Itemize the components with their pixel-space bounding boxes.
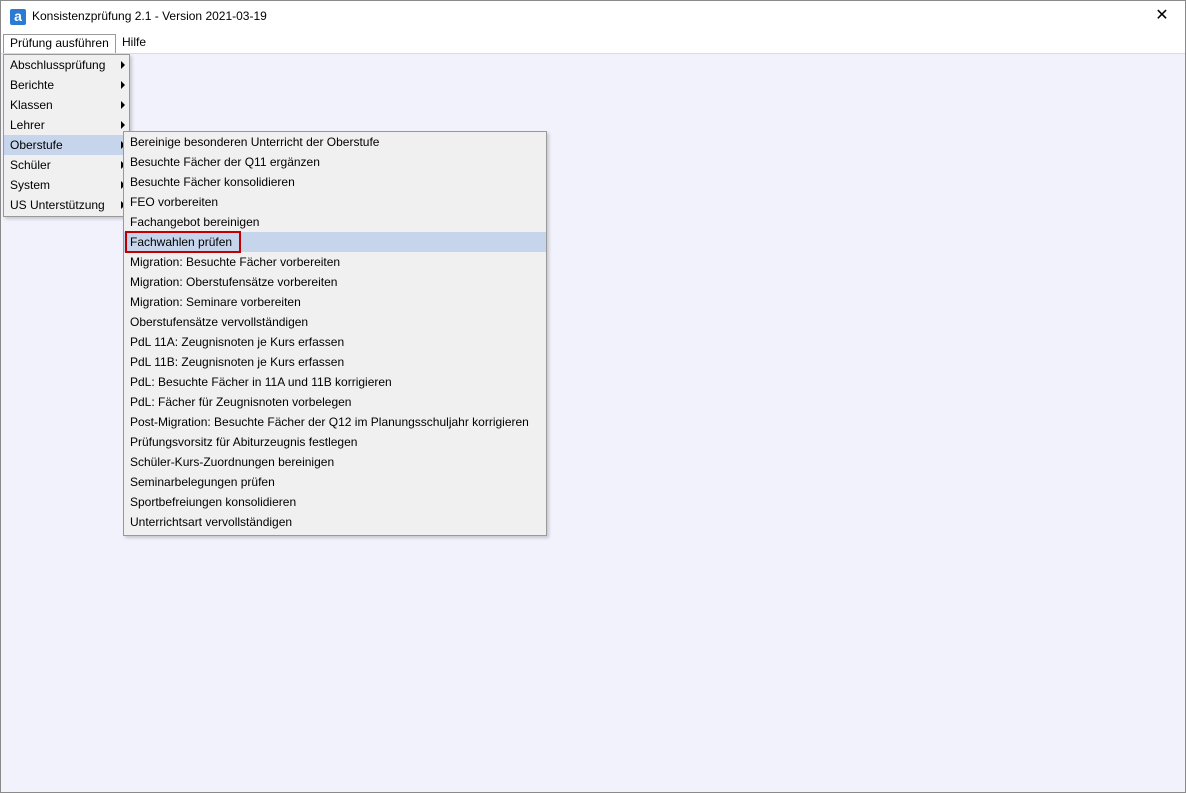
- menu-item-schueler-kurs-zuordnungen[interactable]: Schüler-Kurs-Zuordnungen bereinigen: [124, 452, 546, 472]
- menu-item-label: US Unterstützung: [10, 198, 105, 212]
- menu-item-migration-seminare[interactable]: Migration: Seminare vorbereiten: [124, 292, 546, 312]
- menu-item-lehrer[interactable]: Lehrer: [4, 115, 129, 135]
- menu-item-migration-oberstufensaetze[interactable]: Migration: Oberstufensätze vorbereiten: [124, 272, 546, 292]
- menu-item-besuchte-faecher-q11[interactable]: Besuchte Fächer der Q11 ergänzen: [124, 152, 546, 172]
- menu-item-pdl-11b-zeugnisnoten[interactable]: PdL 11B: Zeugnisnoten je Kurs erfassen: [124, 352, 546, 372]
- window-title: Konsistenzprüfung 2.1 - Version 2021-03-…: [32, 9, 267, 23]
- menu-item-pruefungsvorsitz[interactable]: Prüfungsvorsitz für Abiturzeugnis festle…: [124, 432, 546, 452]
- menu-item-label: Oberstufe: [10, 138, 63, 152]
- menu-item-sportbefreiungen[interactable]: Sportbefreiungen konsolidieren: [124, 492, 546, 512]
- menu-item-label: Berichte: [10, 78, 55, 92]
- menu-item-oberstufensaetze-vervollstaendigen[interactable]: Oberstufensätze vervollständigen: [124, 312, 546, 332]
- menu-item-label: Lehrer: [10, 118, 45, 132]
- menu-item-schueler[interactable]: Schüler: [4, 155, 129, 175]
- menu-item-us-unterstuetzung[interactable]: US Unterstützung: [4, 195, 129, 215]
- focus-outline: [125, 231, 241, 253]
- submenu-arrow-icon: [121, 121, 125, 129]
- menu-item-klassen[interactable]: Klassen: [4, 95, 129, 115]
- menu-item-bereinige-besonderen-unterricht[interactable]: Bereinige besonderen Unterricht der Ober…: [124, 132, 546, 152]
- menu-item-besuchte-faecher-konsolidieren[interactable]: Besuchte Fächer konsolidieren: [124, 172, 546, 192]
- menu-item-pdl-11a-zeugnisnoten[interactable]: PdL 11A: Zeugnisnoten je Kurs erfassen: [124, 332, 546, 352]
- menu-item-label: Klassen: [10, 98, 53, 112]
- pruefung-dropdown-menu: Abschlussprüfung Berichte Klassen Lehrer…: [3, 54, 130, 217]
- menu-bar: Prüfung ausführen Hilfe: [1, 32, 1185, 54]
- submenu-arrow-icon: [121, 61, 125, 69]
- title-bar: a Konsistenzprüfung 2.1 - Version 2021-0…: [1, 1, 1185, 32]
- menu-item-system[interactable]: System: [4, 175, 129, 195]
- menu-hilfe[interactable]: Hilfe: [116, 34, 152, 53]
- menu-item-unterrichtsart[interactable]: Unterrichtsart vervollständigen: [124, 512, 546, 532]
- menu-item-post-migration-q12[interactable]: Post-Migration: Besuchte Fächer der Q12 …: [124, 412, 546, 432]
- menu-item-berichte[interactable]: Berichte: [4, 75, 129, 95]
- menu-item-pdl-besuchte-faecher-korrigieren[interactable]: PdL: Besuchte Fächer in 11A und 11B korr…: [124, 372, 546, 392]
- menu-item-label: System: [10, 178, 51, 192]
- app-icon: a: [10, 8, 26, 25]
- menu-item-pdl-faecher-vorbelegen[interactable]: PdL: Fächer für Zeugnisnoten vorbelegen: [124, 392, 546, 412]
- submenu-arrow-icon: [121, 101, 125, 109]
- menu-item-seminarbelegungen-pruefen[interactable]: Seminarbelegungen prüfen: [124, 472, 546, 492]
- menu-item-feo-vorbereiten[interactable]: FEO vorbereiten: [124, 192, 546, 212]
- app-icon-letter: a: [14, 8, 22, 24]
- app-window: a Konsistenzprüfung 2.1 - Version 2021-0…: [0, 0, 1186, 793]
- menu-item-fachangebot-bereinigen[interactable]: Fachangebot bereinigen: [124, 212, 546, 232]
- submenu-arrow-icon: [121, 81, 125, 89]
- oberstufe-submenu: Bereinige besonderen Unterricht der Ober…: [123, 131, 547, 536]
- menu-item-migration-besuchte-faecher[interactable]: Migration: Besuchte Fächer vorbereiten: [124, 252, 546, 272]
- menu-item-fachwahlen-pruefen[interactable]: Fachwahlen prüfen: [124, 231, 546, 253]
- menu-item-label: Abschlussprüfung: [10, 58, 106, 72]
- menu-item-oberstufe[interactable]: Oberstufe: [4, 135, 129, 155]
- menu-item-label: Schüler: [10, 158, 51, 172]
- menu-pruefung-ausfuehren[interactable]: Prüfung ausführen: [3, 34, 116, 53]
- close-icon[interactable]: ✕: [1139, 1, 1185, 31]
- menu-item-abschlusspruefung[interactable]: Abschlussprüfung: [4, 55, 129, 75]
